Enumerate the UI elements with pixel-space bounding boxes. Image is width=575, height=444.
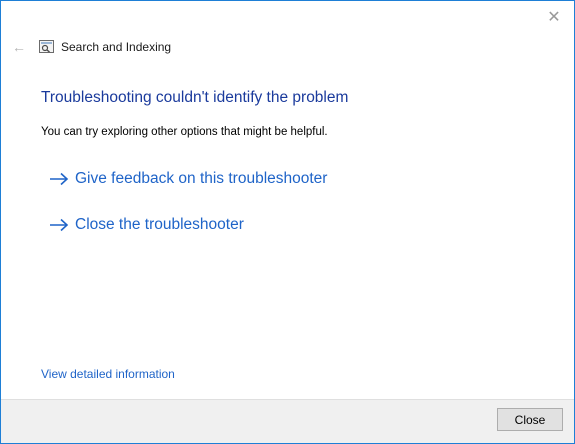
arrow-right-icon <box>50 172 69 186</box>
page-subtext: You can try exploring other options that… <box>41 126 328 138</box>
view-detailed-information-link[interactable]: View detailed information <box>41 367 175 381</box>
header-title: Search and Indexing <box>61 40 172 54</box>
footer-bar: Close <box>1 399 574 443</box>
troubleshooter-window: ✕ ← Search and Indexing Troubleshooting … <box>0 0 575 444</box>
close-button[interactable]: Close <box>497 408 563 431</box>
header-bar: ← Search and Indexing <box>1 33 574 63</box>
page-title: Troubleshooting couldn't identify the pr… <box>41 89 349 106</box>
arrow-right-icon <box>50 218 69 232</box>
close-troubleshooter-label: Close the troubleshooter <box>75 216 244 233</box>
search-indexing-icon <box>39 40 54 53</box>
back-arrow-icon[interactable]: ← <box>10 38 28 56</box>
window-close-icon[interactable]: ✕ <box>544 8 564 28</box>
close-troubleshooter-link[interactable]: Close the troubleshooter <box>49 213 244 237</box>
give-feedback-link[interactable]: Give feedback on this troubleshooter <box>49 167 327 191</box>
give-feedback-label: Give feedback on this troubleshooter <box>75 170 328 187</box>
